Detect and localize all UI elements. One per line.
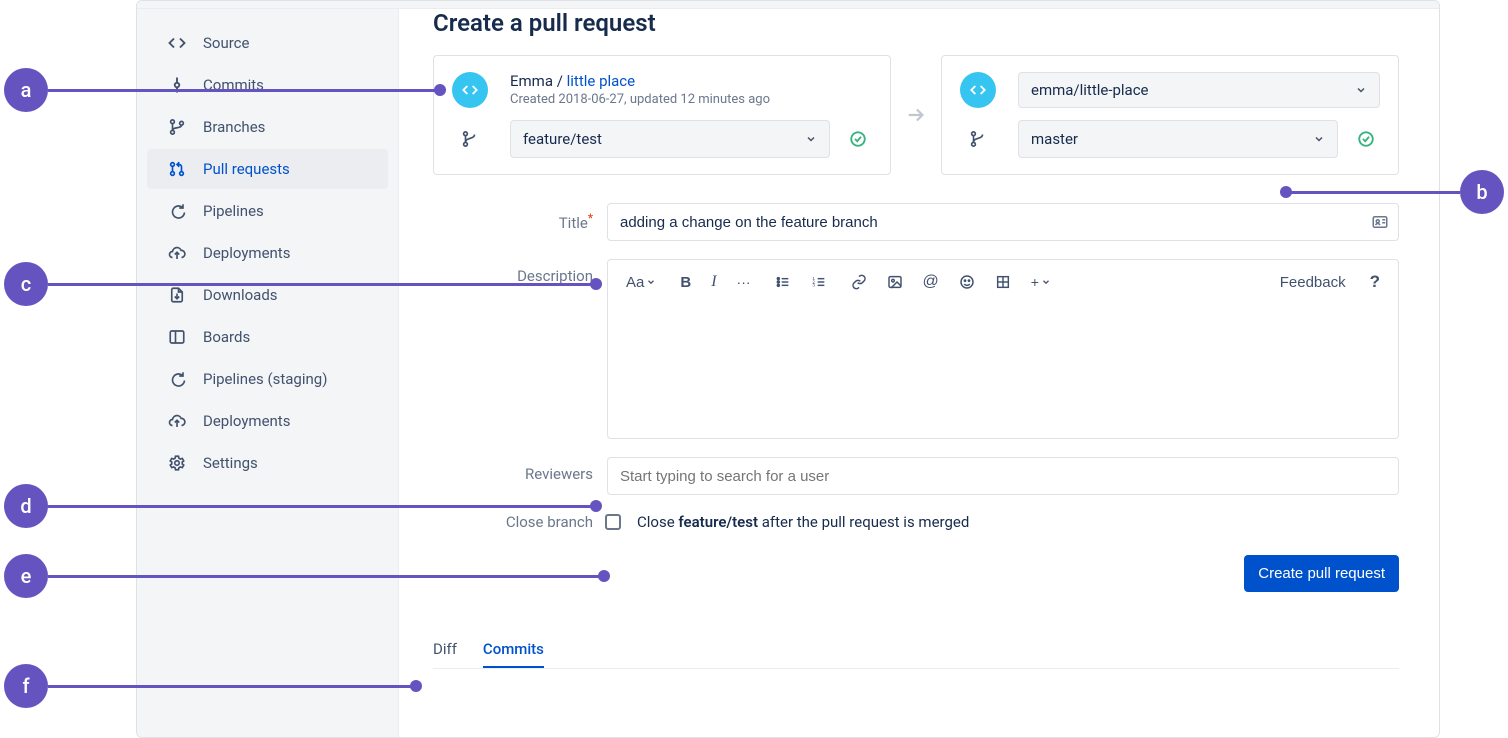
boards-icon: [165, 325, 189, 349]
sidebar-item-deployments-2[interactable]: Deployments: [147, 401, 388, 441]
tabs: Diff Commits: [433, 632, 1399, 669]
pipelines-icon: [165, 199, 189, 223]
pipelines-icon: [165, 367, 189, 391]
editor-toolbar: Aa B I ··· 123: [608, 260, 1398, 304]
close-branch-checkbox[interactable]: [605, 514, 621, 530]
callout-a: a: [4, 68, 440, 112]
link-button[interactable]: [847, 270, 871, 294]
sidebar-item-source[interactable]: Source: [147, 23, 388, 63]
insert-button[interactable]: +: [1027, 270, 1055, 294]
callout-b: b: [1286, 170, 1504, 214]
main-content: Create a pull request Emma / little plac…: [399, 1, 1439, 737]
dest-branch-card: emma/little-place master: [941, 55, 1399, 175]
image-button[interactable]: [883, 270, 907, 294]
description-editor[interactable]: Aa B I ··· 123: [607, 259, 1399, 439]
reviewers-input[interactable]: [607, 457, 1399, 495]
contact-card-icon[interactable]: [1371, 213, 1389, 231]
sidebar-item-label: Settings: [203, 454, 258, 472]
source-branch-select[interactable]: feature/test: [510, 120, 830, 158]
code-icon: [165, 31, 189, 55]
sidebar-item-label: Pipelines (staging): [203, 370, 327, 388]
gear-icon: [165, 451, 189, 475]
repo-icon: [960, 72, 996, 108]
table-button[interactable]: [991, 270, 1015, 294]
bullet-list-button[interactable]: [771, 270, 795, 294]
status-ok-icon: [1352, 130, 1380, 148]
sidebar-item-boards[interactable]: Boards: [147, 317, 388, 357]
source-repo-link[interactable]: little place: [567, 72, 635, 90]
sidebar-item-settings[interactable]: Settings: [147, 443, 388, 483]
svg-text:3: 3: [812, 283, 815, 288]
reviewers-label: Reviewers: [433, 457, 593, 483]
pull-request-icon: [165, 157, 189, 181]
close-branch-text: Close feature/test after the pull reques…: [637, 513, 1399, 531]
dest-repo-select[interactable]: emma/little-place: [1018, 72, 1380, 108]
create-pull-request-button[interactable]: Create pull request: [1244, 555, 1399, 592]
cloud-up-icon: [165, 409, 189, 433]
tab-commits[interactable]: Commits: [483, 632, 544, 668]
callout-c: c: [4, 262, 596, 306]
title-label: Title*: [433, 203, 593, 232]
chevron-down-icon: [1313, 133, 1325, 145]
sidebar-item-label: Source: [203, 34, 249, 52]
chevron-down-icon: [1355, 84, 1367, 96]
editor-body[interactable]: [608, 304, 1398, 434]
callout-f: f: [4, 664, 416, 708]
title-input[interactable]: [607, 203, 1399, 241]
more-format-button[interactable]: ···: [733, 270, 755, 294]
emoji-button[interactable]: [955, 270, 979, 294]
branch-icon: [165, 115, 189, 139]
feedback-link[interactable]: Feedback: [1276, 270, 1350, 295]
branch-glyph-icon: [960, 130, 996, 148]
source-branch-card: Emma / little place Created 2018-06-27, …: [433, 55, 891, 175]
dest-branch-select[interactable]: master: [1018, 120, 1338, 158]
callout-d: d: [4, 484, 596, 528]
status-ok-icon: [844, 130, 872, 148]
sidebar-item-branches[interactable]: Branches: [147, 107, 388, 147]
text-style-button[interactable]: Aa: [622, 270, 660, 295]
tab-diff[interactable]: Diff: [433, 632, 457, 668]
callout-e: e: [4, 554, 604, 598]
source-repo-path: Emma / little place: [510, 72, 872, 90]
sidebar-item-pull-requests[interactable]: Pull requests: [147, 149, 388, 189]
sidebar-item-pipelines-staging[interactable]: Pipelines (staging): [147, 359, 388, 399]
sidebar-item-label: Branches: [203, 118, 265, 136]
sidebar-item-label: Boards: [203, 328, 250, 346]
sidebar-item-label: Pull requests: [203, 160, 290, 178]
sidebar-item-label: Pipelines: [203, 202, 264, 220]
chevron-down-icon: [805, 133, 817, 145]
sidebar-item-pipelines[interactable]: Pipelines: [147, 191, 388, 231]
branch-glyph-icon: [452, 130, 488, 148]
source-repo-meta: Created 2018-06-27, updated 12 minutes a…: [510, 92, 872, 107]
bold-button[interactable]: B: [676, 270, 695, 295]
help-button[interactable]: ?: [1366, 268, 1384, 296]
sidebar-item-label: Deployments: [203, 244, 290, 262]
mention-button[interactable]: @: [919, 269, 943, 295]
sidebar-item-label: Deployments: [203, 412, 290, 430]
repo-icon: [452, 72, 488, 108]
page-title: Create a pull request: [433, 9, 1399, 37]
arrow-right-icon: [905, 104, 927, 126]
number-list-button[interactable]: 123: [807, 270, 831, 294]
italic-button[interactable]: I: [707, 269, 720, 295]
